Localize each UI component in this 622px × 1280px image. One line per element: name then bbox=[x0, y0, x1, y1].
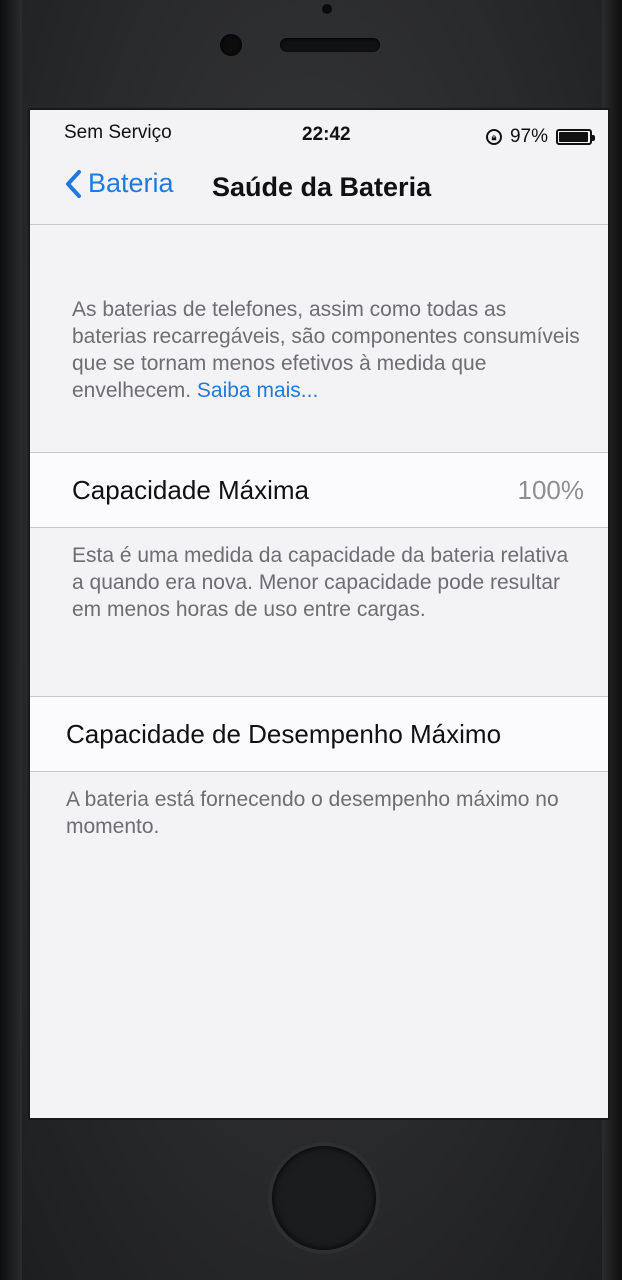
battery-icon bbox=[556, 129, 595, 145]
back-button[interactable]: Bateria bbox=[64, 168, 174, 199]
navigation-bar: Bateria Saúde da Bateria bbox=[30, 158, 608, 225]
phone-edge-left bbox=[0, 0, 22, 1280]
earpiece-speaker bbox=[280, 38, 380, 52]
max-capacity-label: Capacidade Máxima bbox=[72, 475, 310, 505]
max-capacity-value: 100% bbox=[517, 475, 585, 505]
page-title: Saúde da Bateria bbox=[212, 172, 432, 202]
status-bar: Sem Serviço 22:42 🔒︎ 97% bbox=[30, 110, 608, 158]
peak-performance-description: A bateria está fornecendo o desempenho m… bbox=[66, 788, 559, 838]
battery-fill bbox=[559, 132, 589, 142]
chevron-left-icon bbox=[66, 169, 81, 198]
clock: 22:42 bbox=[302, 124, 351, 145]
phone-frame: Sem Serviço 22:42 🔒︎ 97% Bateria Saúde d… bbox=[0, 0, 622, 1280]
intro-text: As baterias de telefones, assim como tod… bbox=[72, 296, 582, 404]
rotation-lock-icon: 🔒︎ bbox=[485, 129, 502, 145]
front-camera bbox=[220, 34, 242, 56]
status-right: 🔒︎ 97% bbox=[485, 126, 595, 148]
learn-more-link[interactable]: Saiba mais... bbox=[197, 379, 318, 402]
peak-performance-label: Capacidade de Desempenho Máximo bbox=[66, 719, 502, 749]
intro-body: As baterias de telefones, assim como tod… bbox=[72, 298, 580, 402]
carrier-label: Sem Serviço bbox=[64, 122, 172, 143]
battery-percent: 97% bbox=[509, 126, 548, 147]
home-button[interactable] bbox=[272, 1146, 376, 1250]
proximity-sensor bbox=[322, 4, 332, 14]
max-capacity-description: Esta é uma medida da capacidade da bater… bbox=[72, 544, 569, 621]
peak-performance-row: Capacidade de Desempenho Máximo bbox=[30, 696, 608, 772]
back-label: Bateria bbox=[88, 168, 174, 198]
battery-nub bbox=[592, 135, 595, 141]
screen: Sem Serviço 22:42 🔒︎ 97% Bateria Saúde d… bbox=[30, 110, 608, 1118]
max-capacity-row: Capacidade Máxima 100% bbox=[30, 452, 608, 528]
